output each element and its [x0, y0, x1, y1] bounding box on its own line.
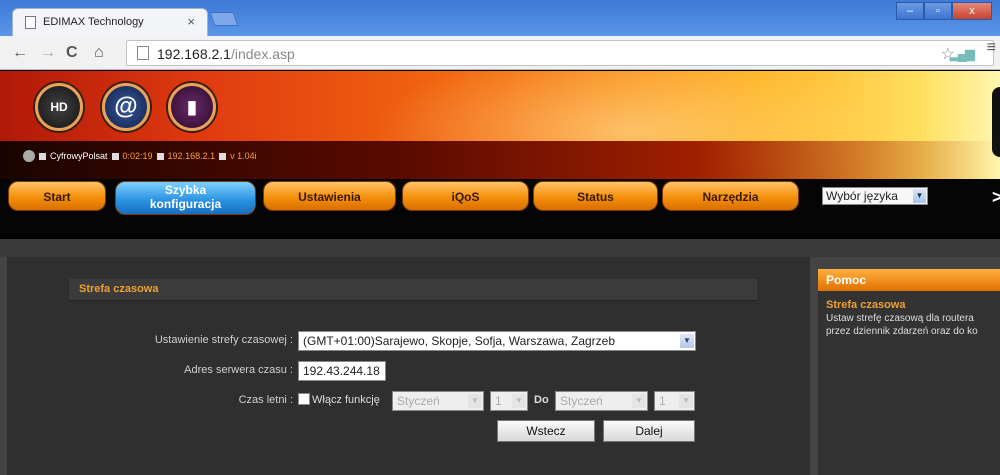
home-icon[interactable]: ⌂ [94, 44, 104, 62]
operator-name: CyfrowyPolsat [50, 151, 108, 161]
browser-toolbar: ← → C ⌂ 192.168.2.1/index.asp ☆ ▂▄▆ ≡ [0, 36, 1000, 70]
dst-to-day-select[interactable]: 1 ▼ [654, 391, 695, 411]
dst-to-month-value: Styczeń [560, 394, 603, 408]
time-server-label: Adres serwera czasu : [184, 364, 293, 376]
menu-settings[interactable]: Ustawienia [263, 181, 396, 211]
minimize-button[interactable]: – [896, 2, 924, 20]
timezone-select[interactable]: (GMT+01:00)Sarajewo, Skopje, Sofja, Wars… [298, 331, 696, 351]
chevron-down-icon: ▼ [679, 394, 693, 408]
help-text-line2: przez dziennik zdarzeń oraz do ko [826, 326, 978, 337]
help-text-line1: Ustaw strefę czasową dla routera [826, 313, 974, 324]
uptime-value: 0:02:19 [122, 151, 153, 161]
dst-from-day-select[interactable]: 1 ▼ [490, 391, 528, 411]
help-text: Ustaw strefę czasową dla routera przez d… [826, 312, 1000, 338]
browser-tab-bar: EDIMAX Technology × – ▫ x [0, 0, 1000, 36]
content-area: Strefa czasowa Ustawienie strefy czasowe… [0, 239, 1000, 475]
version-icon [219, 152, 227, 160]
hd-icon[interactable]: HD [35, 83, 83, 131]
menu-quick-setup-line1: Szybka [164, 183, 207, 197]
menu-tools[interactable]: Narzędzia [662, 181, 799, 211]
content-top-strip [0, 239, 1000, 257]
page-icon [25, 16, 36, 29]
browser-tab[interactable]: EDIMAX Technology × [12, 8, 208, 36]
help-header: Pomoc [818, 269, 1000, 291]
close-window-button[interactable]: x [952, 2, 992, 20]
dst-enable-checkbox[interactable] [298, 393, 310, 405]
chevron-down-icon: ▼ [512, 394, 526, 408]
edge-fragment: > [992, 187, 1000, 207]
menu-start[interactable]: Start [8, 181, 106, 211]
chevron-down-icon: ▼ [468, 394, 482, 408]
new-tab-button[interactable] [209, 12, 239, 26]
phone-icon[interactable]: ▮ [168, 83, 216, 131]
dst-label: Czas letni : [238, 394, 293, 406]
menu-iqos[interactable]: iQoS [402, 181, 529, 211]
uptime-icon [111, 152, 119, 160]
tab-title: EDIMAX Technology [43, 16, 144, 28]
language-select[interactable]: Wybór języka ▼ [822, 187, 928, 205]
forward-arrow-icon[interactable]: → [40, 44, 56, 62]
url-text: 192.168.2.1/index.asp [157, 46, 295, 62]
help-panel: Pomoc Strefa czasowa Ustaw strefę czasow… [818, 269, 1000, 475]
dst-from-day-value: 1 [495, 394, 502, 408]
connection-status: CyfrowyPolsat 0:02:19 192.168.2.1 v 1.04… [23, 150, 257, 162]
time-server-input[interactable]: 192.43.244.18 [298, 361, 386, 381]
address-bar[interactable]: 192.168.2.1/index.asp ☆ ▂▄▆ [126, 40, 994, 66]
page-icon [137, 46, 149, 60]
browser-menu-icon[interactable]: ≡ [987, 39, 996, 57]
dst-to-day-value: 1 [659, 394, 666, 408]
dst-from-month-select[interactable]: Styczeń ▼ [392, 391, 484, 411]
settings-panel: Strefa czasowa Ustawienie strefy czasowe… [7, 257, 810, 475]
chevron-down-icon: ▼ [680, 334, 694, 348]
next-button[interactable]: Dalej [603, 420, 695, 442]
dst-to-month-select[interactable]: Styczeń ▼ [555, 391, 648, 411]
chevron-down-icon: ▼ [632, 394, 646, 408]
dst-enable-label: Włącz funkcję [312, 394, 380, 406]
firmware-version: v 1.04i [230, 151, 257, 161]
dst-to-label: Do [534, 394, 549, 406]
section-title: Strefa czasowa [79, 283, 159, 295]
menu-quick-setup[interactable]: Szybka konfiguracja [115, 181, 256, 215]
section-header: Strefa czasowa [69, 279, 757, 301]
connection-indicator-icon [23, 150, 35, 162]
timezone-select-value: (GMT+01:00)Sarajewo, Skopje, Sofja, Wars… [303, 334, 616, 348]
url-path: /index.asp [230, 46, 295, 62]
operator-icon [39, 152, 46, 160]
back-button[interactable]: Wstecz [497, 420, 595, 442]
maximize-button[interactable]: ▫ [924, 2, 952, 20]
ip-value: 192.168.2.1 [167, 151, 216, 161]
url-host: 192.168.2.1 [157, 46, 231, 62]
help-title: Strefa czasowa [826, 299, 906, 311]
dst-from-month-value: Styczeń [397, 394, 440, 408]
signal-bars-icon[interactable]: ▂▄▆ [950, 46, 975, 62]
chevron-down-icon: ▼ [913, 189, 926, 203]
menu-quick-setup-line2: konfiguracja [149, 197, 222, 211]
language-select-value: Wybór języka [826, 189, 898, 203]
main-menu: Start Szybka konfiguracja Ustawienia iQo… [0, 179, 1000, 239]
window-controls: – ▫ x [896, 2, 992, 20]
tab-close-icon[interactable]: × [187, 14, 195, 29]
reload-icon[interactable]: C [66, 44, 78, 62]
ip-icon [156, 152, 164, 160]
back-arrow-icon[interactable]: ← [12, 44, 28, 62]
timezone-label: Ustawienie strefy czasowej : [154, 334, 293, 346]
lte-icon[interactable]: @ [102, 83, 150, 131]
menu-status[interactable]: Status [533, 181, 658, 211]
